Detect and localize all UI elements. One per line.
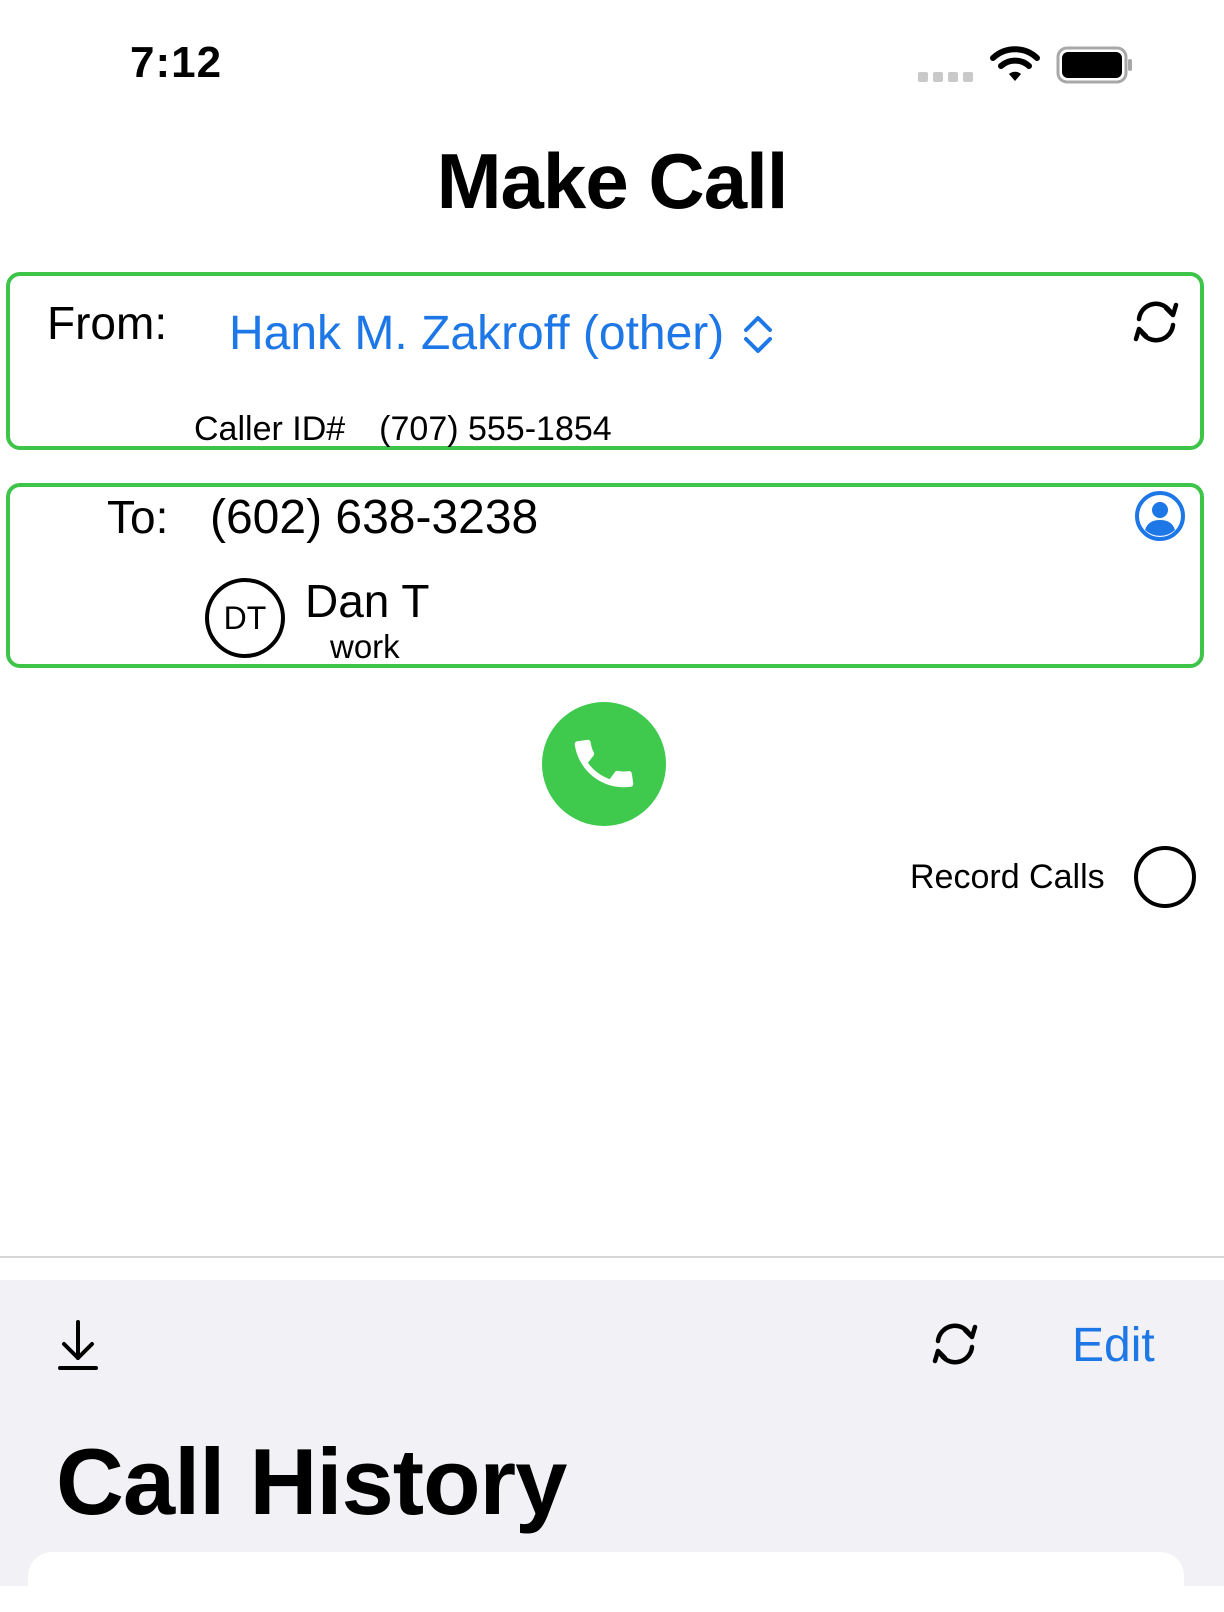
download-icon[interactable] (56, 1318, 100, 1372)
contacts-icon[interactable] (1134, 490, 1186, 542)
page-title: Make Call (436, 137, 789, 225)
caller-id-label: Caller ID# (194, 410, 346, 448)
selector-chevron-icon (744, 315, 773, 353)
to-number-field[interactable]: (602) 638-3238 (210, 490, 538, 545)
avatar: DT (205, 578, 285, 658)
refresh-icon[interactable] (928, 1320, 982, 1368)
phone-icon (574, 739, 634, 788)
battery-icon (1056, 46, 1134, 84)
contact-name: Dan T (305, 575, 430, 627)
record-calls-toggle[interactable] (1134, 846, 1196, 908)
call-history-list (28, 1552, 1184, 1612)
signal-icon (918, 72, 974, 82)
to-card (6, 483, 1204, 668)
call-button[interactable] (542, 702, 666, 826)
status-time: 7:12 (130, 38, 223, 87)
record-calls-label: Record Calls (910, 858, 1105, 896)
caller-id-number: (707) 555-1854 (379, 410, 612, 448)
wifi-icon (990, 44, 1040, 84)
contact-type: work (330, 628, 400, 665)
call-history-title: Call History (56, 1429, 567, 1534)
edit-button[interactable]: Edit (1072, 1318, 1155, 1373)
divider (0, 1256, 1224, 1258)
to-label: To: (107, 491, 169, 543)
refresh-icon[interactable] (1130, 298, 1182, 346)
from-account-name: Hank M. Zakroff (other) (229, 307, 725, 360)
from-account-selector[interactable]: Hank M. Zakroff (other) (229, 306, 774, 361)
caller-id-row: Caller ID# (707) 555-1854 (194, 410, 612, 449)
from-label: From: (47, 297, 168, 349)
